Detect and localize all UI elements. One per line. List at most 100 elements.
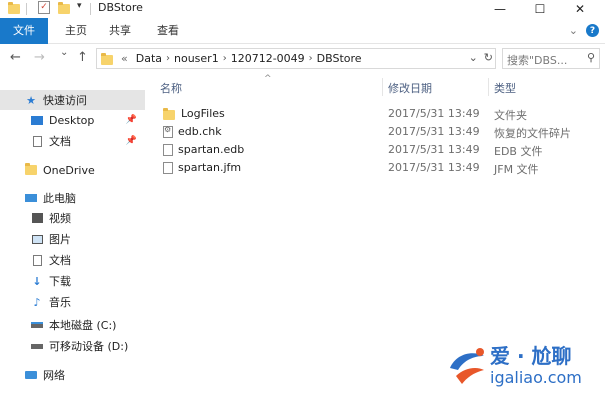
search-placeholder: 搜索"DBS...: [507, 54, 568, 67]
new-folder-icon[interactable]: [58, 2, 70, 14]
sidebar-item-network[interactable]: 网络: [0, 365, 145, 385]
column-header-date[interactable]: 修改日期: [388, 80, 432, 96]
file-name-cell: spartan.jfm: [163, 161, 241, 174]
sort-ascending-icon: ^: [264, 74, 272, 84]
sidebar-item-label: 网络: [43, 369, 65, 382]
file-name: LogFiles: [181, 107, 225, 120]
sidebar-item-downloads[interactable]: ↓ 下载: [0, 271, 145, 291]
address-controls: ⌄ ↻: [469, 51, 493, 64]
sidebar-item-label: 音乐: [49, 296, 71, 309]
desktop-icon: [30, 114, 44, 126]
sidebar-item-pictures[interactable]: 图片: [0, 229, 145, 249]
divider: [90, 3, 91, 15]
watermark-title: 爱 · 尬聊: [490, 344, 572, 368]
settings-file-icon: [163, 125, 173, 138]
file-date: 2017/5/31 13:49: [388, 125, 480, 138]
sidebar-item-quick-access[interactable]: ★ 快速访问: [0, 90, 145, 110]
tab-share[interactable]: 共享: [100, 18, 140, 44]
recent-locations-icon[interactable]: ⌄: [60, 47, 68, 58]
column-divider[interactable]: [382, 78, 383, 96]
window-title: DBStore: [98, 1, 143, 14]
sidebar-item-label: 文档: [49, 135, 71, 148]
picture-icon: [30, 233, 44, 245]
file-type: JFM 文件: [494, 163, 539, 176]
folder-icon: [24, 163, 38, 176]
file-type: 文件夹: [494, 109, 527, 122]
sidebar-item-documents-pinned[interactable]: 文档 📌: [0, 131, 145, 151]
customize-toolbar-icon[interactable]: ▾: [77, 1, 82, 11]
file-name: edb.chk: [178, 125, 222, 138]
column-header-type[interactable]: 类型: [494, 80, 516, 96]
search-input[interactable]: 搜索"DBS... ⚲: [502, 48, 600, 69]
navigation-pane: ★ 快速访问 Desktop 📌 文档 📌 OneDrive 此电脑 视频 图片…: [0, 74, 145, 405]
chevron-down-icon[interactable]: ⌄: [569, 24, 578, 37]
watermark-logo-icon: [450, 348, 484, 384]
address-dropdown-icon[interactable]: ⌄: [469, 51, 478, 64]
breadcrumb-dbstore[interactable]: DBStore: [317, 52, 362, 65]
navigation-bar: ← → ⌄ ↑ « Data › nouser1 › 120712-0049 ›…: [0, 44, 605, 74]
sidebar-item-label: 快速访问: [43, 94, 87, 107]
properties-icon[interactable]: ✓: [38, 1, 50, 14]
up-arrow-icon[interactable]: ↑: [77, 50, 88, 65]
sidebar-item-label: 下载: [49, 275, 71, 288]
help-icon[interactable]: ?: [586, 24, 599, 37]
watermark: 爱 · 尬聊 igaliao.com: [446, 340, 596, 390]
document-icon: [30, 135, 44, 147]
tab-view[interactable]: 查看: [148, 18, 188, 44]
breadcrumb-data[interactable]: Data: [136, 52, 162, 65]
pin-icon[interactable]: 📌: [126, 136, 137, 146]
refresh-icon[interactable]: ↻: [484, 51, 493, 64]
search-icon: ⚲: [586, 51, 595, 64]
file-name-cell: edb.chk: [163, 125, 222, 138]
address-bar[interactable]: « Data › nouser1 › 120712-0049 › DBStore…: [96, 48, 496, 69]
file-name-cell: spartan.edb: [163, 143, 244, 156]
back-arrow-icon[interactable]: ←: [10, 50, 21, 65]
file-row[interactable]: LogFiles 2017/5/31 13:49 文件夹: [150, 105, 605, 123]
folder-icon: [8, 2, 20, 14]
file-row[interactable]: spartan.jfm 2017/5/31 13:49 JFM 文件: [150, 159, 605, 177]
path-overflow[interactable]: «: [121, 52, 128, 65]
title-bar: ✓ ▾ DBStore — ☐ ✕: [0, 0, 605, 18]
sidebar-item-removable-drive[interactable]: 可移动设备 (D:): [0, 336, 145, 356]
pin-icon[interactable]: 📌: [126, 115, 137, 125]
sidebar-item-label: OneDrive: [43, 163, 95, 177]
breadcrumb-nouser1[interactable]: nouser1: [174, 52, 219, 65]
sidebar-item-onedrive[interactable]: OneDrive: [0, 160, 145, 180]
maximize-button[interactable]: ☐: [520, 0, 560, 18]
sidebar-item-videos[interactable]: 视频: [0, 208, 145, 228]
file-icon: [163, 143, 173, 156]
close-button[interactable]: ✕: [560, 0, 600, 18]
file-icon: [163, 161, 173, 174]
minimize-button[interactable]: —: [480, 0, 520, 18]
forward-arrow-icon[interactable]: →: [34, 50, 45, 65]
chevron-right-icon: ›: [166, 53, 170, 64]
file-row[interactable]: spartan.edb 2017/5/31 13:49 EDB 文件: [150, 141, 605, 159]
sidebar-item-label: 可移动设备 (D:): [49, 340, 129, 353]
sidebar-item-label: 此电脑: [43, 192, 76, 205]
sidebar-item-desktop[interactable]: Desktop 📌: [0, 110, 145, 130]
chevron-right-icon: ›: [308, 53, 313, 64]
sidebar-item-label: 视频: [49, 212, 71, 225]
sidebar-item-music[interactable]: ♪ 音乐: [0, 292, 145, 312]
sidebar-item-documents[interactable]: 文档: [0, 250, 145, 270]
local-disk-icon: [30, 319, 44, 331]
breadcrumb-120712-0049[interactable]: 120712-0049: [231, 52, 305, 65]
column-header-name[interactable]: 名称: [160, 80, 182, 96]
sidebar-item-label: Desktop: [49, 113, 95, 127]
video-icon: [30, 212, 44, 224]
tab-file[interactable]: 文件: [0, 18, 48, 44]
file-date: 2017/5/31 13:49: [388, 107, 480, 120]
folder-icon: [163, 107, 181, 120]
file-type: EDB 文件: [494, 145, 543, 158]
file-name: spartan.edb: [178, 143, 245, 156]
removable-drive-icon: [30, 340, 44, 352]
tab-home[interactable]: 主页: [56, 18, 96, 44]
ribbon-controls: ⌄ ?: [569, 24, 599, 37]
sidebar-item-local-disk[interactable]: 本地磁盘 (C:): [0, 315, 145, 335]
file-row[interactable]: edb.chk 2017/5/31 13:49 恢复的文件碎片: [150, 123, 605, 141]
file-date: 2017/5/31 13:49: [388, 161, 480, 174]
column-divider[interactable]: [488, 78, 489, 96]
sidebar-item-label: 本地磁盘 (C:): [49, 319, 117, 332]
sidebar-item-this-pc[interactable]: 此电脑: [0, 188, 145, 208]
folder-icon: [101, 52, 113, 65]
